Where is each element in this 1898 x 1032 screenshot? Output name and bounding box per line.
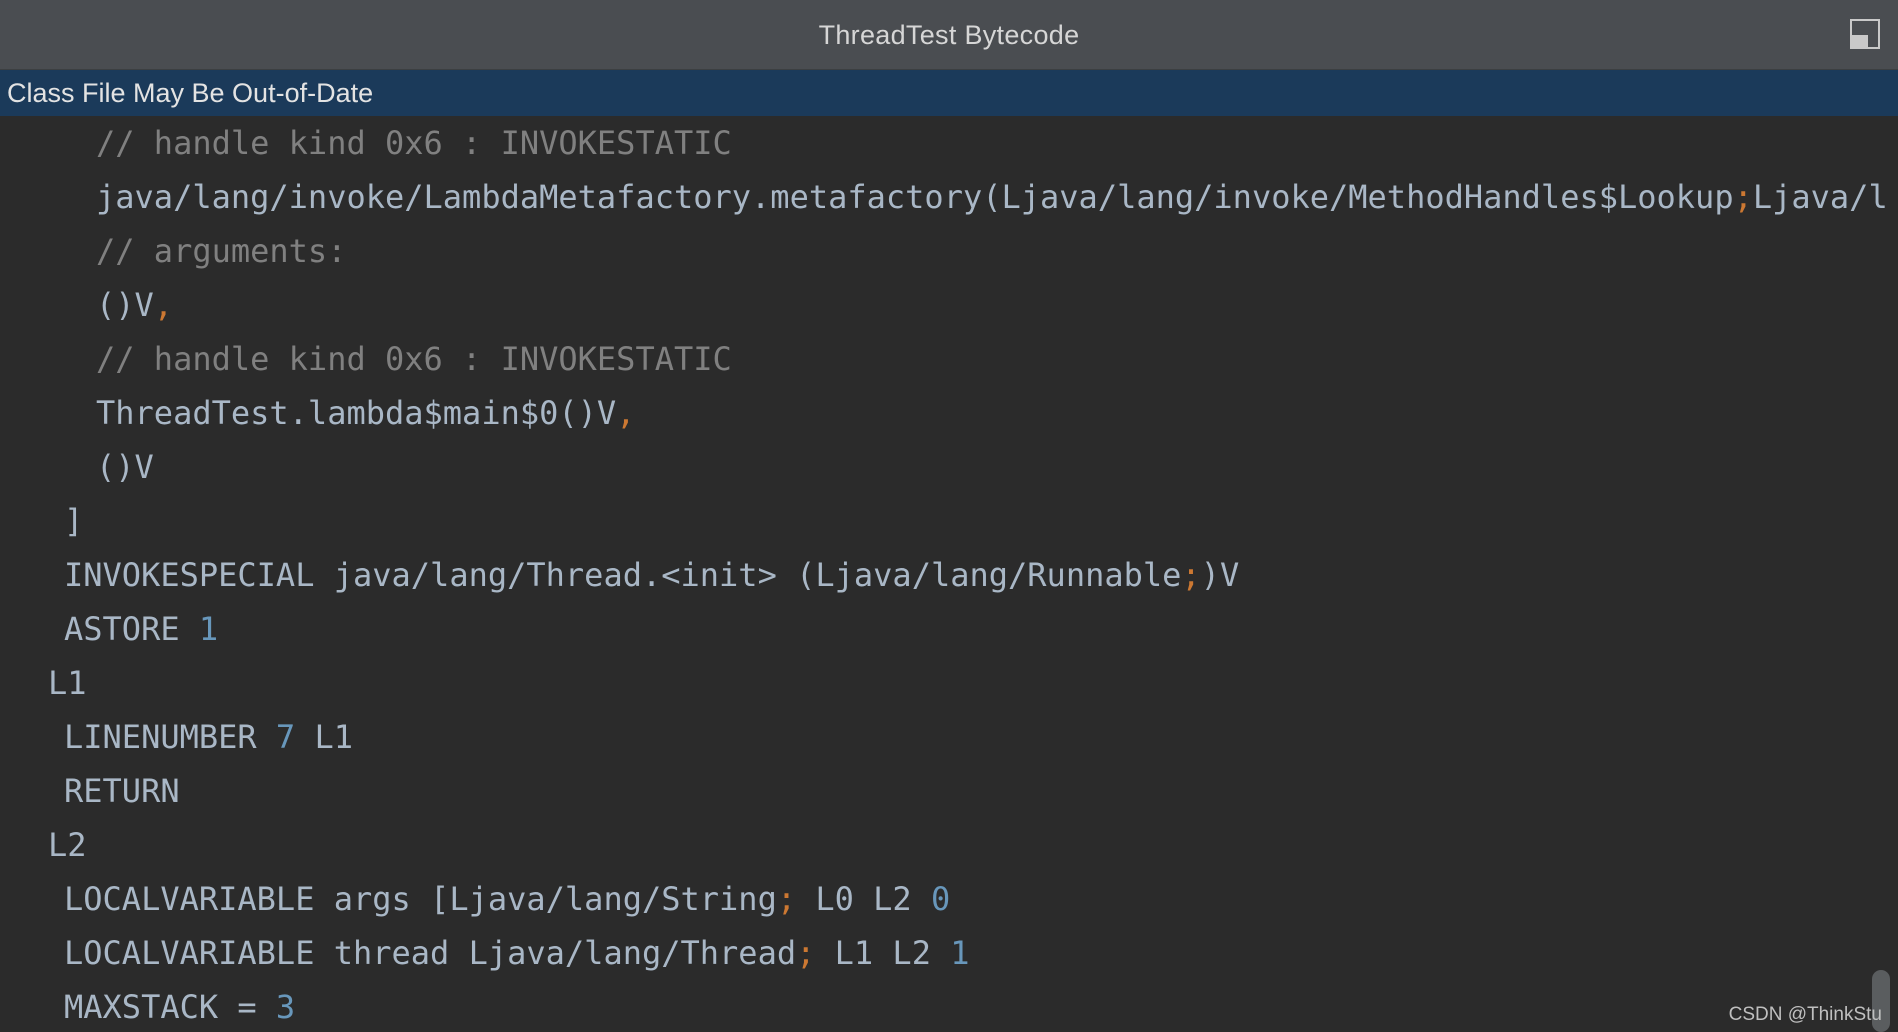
code-token-num: 1 [198,610,219,648]
code-token-punc: ; [776,880,797,918]
bytecode-editor[interactable]: // handle kind 0x6 : INVOKESTATIC java/la… [0,116,1898,1032]
code-token-text: ] [64,502,84,540]
code-line: LOCALVARIABLE thread Ljava/lang/Thread; … [64,926,969,980]
code-line: // handle kind 0x6 : INVOKESTATIC [96,332,732,386]
code-token-text: )V [1200,556,1240,594]
code-token-text: INVOKESPECIAL java/lang/Thread.<init> (L… [64,556,1182,594]
code-token-punc: , [153,286,174,324]
code-token-text: ThreadTest.lambda$main$0()V [96,394,617,432]
code-token-text: LOCALVARIABLE args [Ljava/lang/String [64,880,777,918]
code-token-text: ()V [96,448,154,486]
code-token-text: java/lang/invoke/LambdaMetafactory.metaf… [96,178,1734,216]
restore-window-icon[interactable] [1850,19,1880,49]
code-line: ASTORE 1 [64,602,218,656]
code-line: RETURN [64,764,180,818]
code-line: ThreadTest.lambda$main$0()V, [96,386,635,440]
code-line: // arguments: [96,224,346,278]
code-line: LINENUMBER 7 L1 [64,710,353,764]
code-token-num: 0 [930,880,951,918]
code-token-punc: , [616,394,636,432]
code-line: // handle kind 0x6 : INVOKESTATIC [96,116,732,170]
code-line: java/lang/invoke/LambdaMetafactory.metaf… [96,170,1888,224]
code-token-comment: // handle kind 0x6 : INVOKESTATIC [96,124,732,162]
code-token-punc: ; [1733,178,1753,216]
restore-window-icon-fill [1852,35,1868,47]
outdated-notice-bar: Class File May Be Out-of-Date [0,70,1898,116]
code-token-num: 7 [275,718,296,756]
code-token-text: RETURN [64,772,180,810]
code-line: L1 [48,656,87,710]
outdated-notice-text: Class File May Be Out-of-Date [7,78,374,108]
title-bar: ThreadTest Bytecode [0,0,1898,70]
code-token-text: LINENUMBER [64,718,276,756]
code-token-punc: ; [796,934,816,972]
code-token-text: Ljava/l [1752,178,1888,216]
code-token-punc: ; [1181,556,1201,594]
code-token-text: ASTORE [64,610,199,648]
code-token-text: LOCALVARIABLE thread Ljava/lang/Thread [64,934,797,972]
watermark: CSDN @ThinkStu [1728,1004,1882,1025]
code-token-text: L1 L2 [815,934,951,972]
code-line: L2 [48,818,87,872]
window-title: ThreadTest Bytecode [818,20,1080,50]
code-token-comment: // arguments: [96,232,347,270]
bytecode-window: ThreadTest Bytecode Class File May Be Ou… [0,0,1898,1032]
code-line: INVOKESPECIAL java/lang/Thread.<init> (L… [64,548,1239,602]
code-line: MAXSTACK = 3 [64,980,295,1032]
code-token-text: MAXSTACK = [64,988,276,1026]
code-token-text: L1 [48,664,87,702]
code-line: LOCALVARIABLE args [Ljava/lang/String; L… [64,872,950,926]
code-line: ] [64,494,83,548]
code-token-text: L2 [48,826,87,864]
code-token-text: ()V [96,286,154,324]
code-line: ()V [96,440,154,494]
code-token-comment: // handle kind 0x6 : INVOKESTATIC [96,340,732,378]
code-token-text: L1 [295,718,353,756]
code-line: ()V, [96,278,173,332]
code-token-num: 1 [950,934,970,972]
code-token-num: 3 [275,988,296,1026]
code-token-text: L0 L2 [796,880,931,918]
